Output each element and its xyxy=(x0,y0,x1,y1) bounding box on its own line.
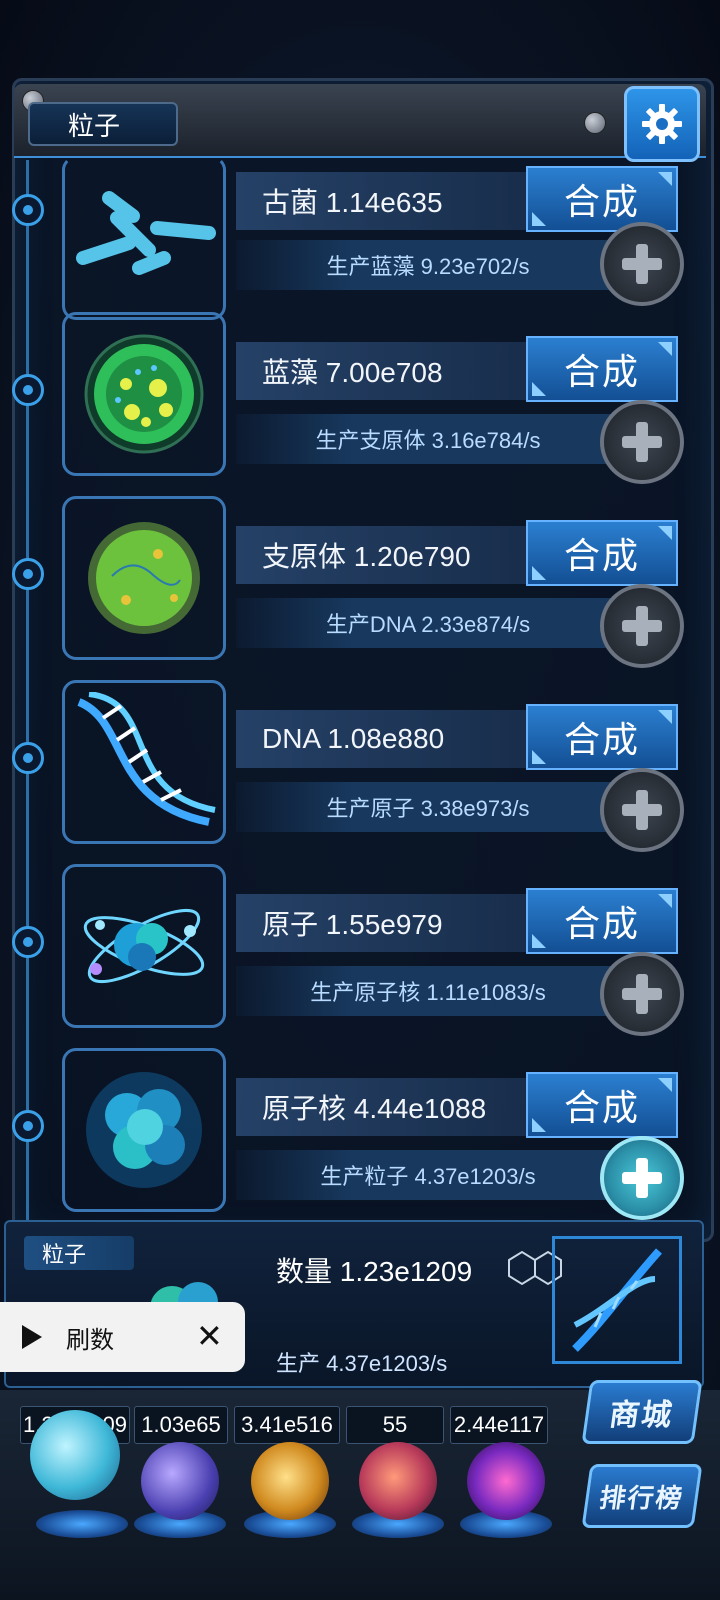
particle-production: 生产 4.37e1203/s xyxy=(276,1351,448,1376)
dna-icon xyxy=(77,692,216,826)
ad-label: 刷数 xyxy=(66,1326,114,1354)
dna-emblem-icon xyxy=(572,1248,662,1352)
resource-value-lightning: 1.03e65 xyxy=(134,1406,228,1444)
settings-button[interactable] xyxy=(624,86,700,162)
particle-name-value: 原子核 4.44e1088 xyxy=(236,1078,536,1136)
ad-banner[interactable]: 刷数 ✕ xyxy=(0,1302,245,1372)
mycoplasma-icon-frame xyxy=(62,496,226,660)
plus-icon xyxy=(622,974,662,1014)
synthesize-button[interactable]: 合成 xyxy=(526,704,678,770)
upgrade-button[interactable] xyxy=(600,584,684,668)
galaxy-orb-icon[interactable] xyxy=(251,1442,329,1520)
resource-value-vortex: 2.44e117 xyxy=(450,1406,548,1444)
orb-pedestal xyxy=(36,1510,128,1538)
upgrade-button[interactable] xyxy=(600,1136,684,1220)
dna-icon-frame xyxy=(62,680,226,844)
archaea-icon xyxy=(76,191,216,275)
dna-emblem-frame xyxy=(552,1236,682,1364)
particle-name-value: 古菌 1.14e635 xyxy=(236,172,536,230)
ranking-button[interactable]: 排行榜 xyxy=(581,1464,703,1528)
atom-icon-frame xyxy=(62,864,226,1028)
particle-row-dna: DNA 1.08e880 合成 生产原子 3.38e973/s xyxy=(0,672,720,856)
upgrade-button[interactable] xyxy=(600,400,684,484)
page-title-text: 粒子 xyxy=(68,110,121,141)
nucleus-icon-frame xyxy=(62,1048,226,1212)
archaea-icon-frame xyxy=(62,156,226,320)
mycoplasma-icon xyxy=(88,522,200,634)
plus-icon xyxy=(622,1158,662,1198)
production-rate: 生产原子核 1.11e1083/s xyxy=(236,966,620,1016)
upgrade-button[interactable] xyxy=(600,768,684,852)
particle-name-value: DNA 1.08e880 xyxy=(236,710,536,768)
brain-orb-icon[interactable] xyxy=(359,1442,437,1520)
page-title: 粒子 xyxy=(28,102,178,146)
gear-icon xyxy=(642,104,682,144)
cyanobacteria-icon-frame xyxy=(62,312,226,476)
production-rate: 生产蓝藻 9.23e702/s xyxy=(236,240,620,290)
upgrade-button[interactable] xyxy=(600,222,684,306)
lightning-orb-icon[interactable] xyxy=(141,1442,219,1520)
resource-value-brain: 55 xyxy=(346,1406,444,1444)
plus-icon xyxy=(622,606,662,646)
cyanobacteria-icon xyxy=(84,334,204,454)
production-rate: 生产原子 3.38e973/s xyxy=(236,782,620,832)
particle-name-value: 支原体 1.20e790 xyxy=(236,526,536,584)
shop-button[interactable]: 商城 xyxy=(581,1380,703,1444)
play-icon xyxy=(22,1325,42,1349)
synthesize-button[interactable]: 合成 xyxy=(526,166,678,232)
nucleus-icon xyxy=(86,1072,202,1188)
particle-row-cyanobacteria: 蓝藻 7.00e708 合成 生产支原体 3.16e784/s xyxy=(0,304,720,488)
resource-value-galaxy: 3.41e516 xyxy=(234,1406,340,1444)
particle-row-atom: 原子 1.55e979 合成 生产原子核 1.11e1083/s xyxy=(0,856,720,1040)
plus-icon xyxy=(622,790,662,830)
summary-label: 粒子 xyxy=(24,1236,134,1270)
production-rate: 生产DNA 2.33e874/s xyxy=(236,598,620,648)
particle-name-value: 蓝藻 7.00e708 xyxy=(236,342,536,400)
particle-row-mycoplasma: 支原体 1.20e790 合成 生产DNA 2.33e874/s xyxy=(0,488,720,672)
plus-icon xyxy=(622,422,662,462)
particle-count: 数量 1.23e1209 xyxy=(276,1256,473,1287)
upgrade-button[interactable] xyxy=(600,952,684,1036)
particle-row-nucleus: 原子核 4.44e1088 合成 生产粒子 4.37e1203/s xyxy=(0,1040,720,1224)
particle-orb-icon[interactable] xyxy=(30,1410,120,1500)
screw-icon xyxy=(584,112,606,134)
close-icon[interactable]: ✕ xyxy=(196,1320,223,1352)
vortex-orb-icon[interactable] xyxy=(467,1442,545,1520)
plus-icon xyxy=(622,244,662,284)
production-rate: 生产支原体 3.16e784/s xyxy=(236,414,620,464)
atom-icon xyxy=(83,908,205,984)
synthesize-button[interactable]: 合成 xyxy=(526,336,678,402)
particle-name-value: 原子 1.55e979 xyxy=(236,894,536,952)
production-rate: 生产粒子 4.37e1203/s xyxy=(236,1150,620,1200)
synthesize-button[interactable]: 合成 xyxy=(526,1072,678,1138)
synthesize-button[interactable]: 合成 xyxy=(526,888,678,954)
synthesize-button[interactable]: 合成 xyxy=(526,520,678,586)
